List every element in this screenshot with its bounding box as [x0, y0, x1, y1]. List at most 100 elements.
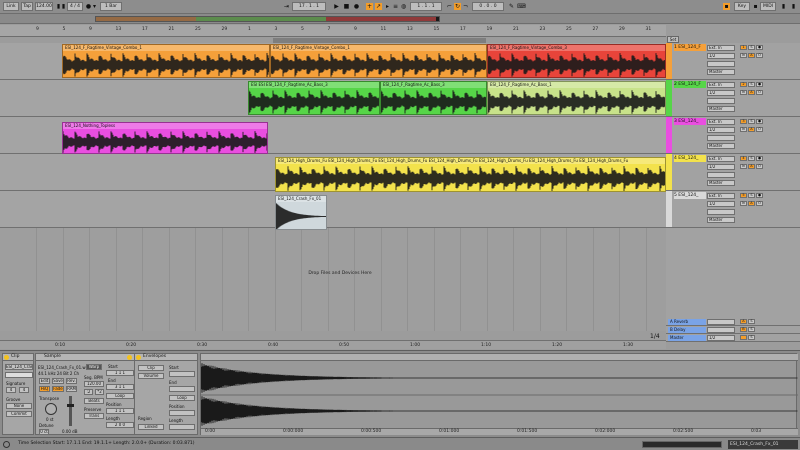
seg-bpm-field[interactable]: 120.00 [84, 381, 104, 387]
return-activator-button[interactable]: A [740, 319, 747, 324]
audio-clip[interactable]: ESI_124_F_Ragtime_Vintage_Combo_1 [270, 44, 487, 78]
track-header[interactable]: 4 ESI_124_ Ext. In 1/2 Master 4 S ● In A… [666, 154, 800, 191]
monitor-off-button[interactable]: O [756, 164, 763, 169]
sample-display[interactable]: 0:00 0:00:000 0:00:500 0:01:000 0:01:500 0:02… [200, 353, 798, 435]
audio-clip[interactable]: ESI_124_F_Ragtime_Ac_Bass_3 [380, 81, 487, 115]
nudge-up-icon[interactable]: ▮ [60, 3, 67, 10]
audio-from-selector[interactable]: Ext. In [707, 45, 735, 51]
audio-from-selector[interactable]: Ext. In [707, 119, 735, 125]
monitor-selector[interactable] [707, 61, 735, 67]
loop-switch-icon[interactable]: ↻ [454, 3, 461, 10]
track-name[interactable]: 2 ESI_124_F [674, 81, 706, 88]
monitor-in-button[interactable]: In [740, 127, 747, 132]
audio-clip[interactable]: ESI_124_F_Ragtime_Vintage_Combo_3 [487, 44, 666, 78]
monitor-in-button[interactable]: In [740, 53, 747, 58]
audio-from-selector[interactable]: Ext. In [707, 193, 735, 199]
env-position-field[interactable] [169, 410, 195, 416]
track-header[interactable]: 3 ESI_124_ Ext. In 1/2 Master 3 S ● In A… [666, 117, 800, 154]
audio-clip[interactable]: ESI_124_F_Ragtime_Vintage_Combo_1 [62, 44, 270, 78]
stop-icon[interactable]: ■ [343, 3, 350, 10]
monitor-selector[interactable] [707, 209, 735, 215]
arm-button[interactable]: ● [756, 193, 763, 198]
track-activator-button[interactable]: 4 [740, 156, 747, 161]
edit-button[interactable]: Edit [39, 378, 50, 384]
solo-button[interactable]: S [748, 156, 755, 161]
arm-button[interactable]: ● [756, 119, 763, 124]
groove-commit-button[interactable]: Commit [6, 411, 32, 417]
audio-from-selector[interactable]: Ext. In [707, 156, 735, 162]
info-view-icon[interactable] [3, 441, 10, 448]
monitor-off-button[interactable]: O [756, 201, 763, 206]
env-start-field[interactable] [169, 371, 195, 377]
key-map-button[interactable]: Key [734, 2, 750, 11]
reverse-button[interactable]: Rev. [66, 378, 77, 384]
solo-button[interactable]: S [748, 193, 755, 198]
monitor-in-button[interactable]: In [740, 90, 747, 95]
draw-mode-icon[interactable]: ✎ [508, 3, 515, 10]
position-field[interactable]: 1 1 1 [106, 408, 134, 414]
record-icon[interactable]: ● [353, 3, 360, 10]
return-solo-button[interactable]: S [748, 327, 755, 332]
return-activator-button[interactable] [740, 335, 747, 340]
track-name[interactable]: 1 ESI_124_F [674, 44, 706, 51]
audio-clip[interactable]: ESI_124_High_Drums_Fu ESI_124_High_Drums… [275, 157, 666, 192]
audio-to-selector[interactable]: Master [707, 143, 735, 149]
loop-start-field[interactable]: 1 . 1 . 1 [410, 2, 442, 11]
linked-button[interactable]: Linked [138, 424, 164, 430]
arm-button[interactable]: ● [756, 156, 763, 161]
audio-clip[interactable]: ESI_124_F_Ragtime_Ac_Bass_1 [487, 81, 666, 115]
input-channel-selector[interactable]: 1/2 [707, 201, 735, 207]
track-name[interactable]: 5 ESI_124_ [674, 192, 706, 199]
monitor-selector[interactable] [707, 98, 735, 104]
ram-button[interactable]: RAM [66, 386, 77, 392]
punch-in-icon[interactable]: ⌐ [446, 3, 453, 10]
env-length-field[interactable] [169, 424, 195, 430]
return-output-selector[interactable] [707, 327, 735, 333]
input-channel-selector[interactable]: 1/2 [707, 90, 735, 96]
envelope-device-selector[interactable]: Clip [138, 365, 164, 371]
track-activator-button[interactable]: 5 [740, 193, 747, 198]
gain-slider[interactable] [69, 396, 72, 426]
time-ruler[interactable]: 0:10 0:20 0:30 0:40 0:50 1:00 1:10 1:20 1:30 [0, 340, 666, 349]
arm-button[interactable]: ● [756, 45, 763, 50]
solo-button[interactable]: S [748, 82, 755, 87]
solo-button[interactable]: S [748, 119, 755, 124]
return-track-name[interactable]: Master [668, 335, 706, 341]
envelopes-activator-icon[interactable] [136, 355, 141, 360]
loop-button[interactable]: Loop [106, 393, 134, 399]
clip-name-field[interactable]: ESI_124_Cras [5, 364, 33, 370]
track-header[interactable]: 1 ESI_124_F Ext. In 1/2 Master 1 S ● In … [666, 43, 800, 80]
input-channel-selector[interactable]: 1/2 [707, 53, 735, 59]
env-loop-button[interactable]: Loop [169, 395, 195, 401]
track-header[interactable]: 5 ESI_124_ Ext. In 1/2 Master 5 S ● In A… [666, 191, 800, 228]
arrangement-overview[interactable] [0, 14, 800, 24]
audio-clip[interactable]: ESI_124_Nothing_Topless [62, 122, 268, 154]
region-start-field[interactable]: 1 1 1 [106, 370, 134, 376]
audio-to-selector[interactable]: Master [707, 217, 735, 223]
monitor-auto-button[interactable]: A [748, 164, 755, 169]
monitor-in-button[interactable]: In [740, 201, 747, 206]
double-tempo-button[interactable]: *2 [95, 389, 104, 395]
session-record-icon[interactable]: ◍ [400, 3, 407, 10]
loop-length-field[interactable]: 0 . 0 . 0 [472, 2, 504, 11]
overdub-icon[interactable]: + [366, 3, 373, 10]
return-track-header[interactable]: Master 1/2 S [666, 334, 800, 342]
return-track-header[interactable]: B Delay B S [666, 326, 800, 334]
metronome-options-icon[interactable]: ▾ [91, 3, 98, 10]
arrangement-position-field[interactable]: 17 . 1 . 1 [292, 2, 326, 11]
zoom-fraction[interactable]: 1/4 [650, 333, 660, 340]
follow-icon[interactable]: ⇥ [283, 3, 290, 10]
time-signature-field[interactable]: 4 / 4 [67, 2, 83, 11]
return-track-header[interactable]: A Reverb A S [666, 318, 800, 326]
warp-mode-selector[interactable]: Beats [84, 398, 104, 404]
warp-button[interactable]: Warp [86, 364, 102, 370]
halve-tempo-button[interactable]: :2 [84, 389, 93, 395]
track-name[interactable]: 3 ESI_124_ [674, 118, 706, 125]
solo-button[interactable]: S [748, 45, 755, 50]
punch-out-icon[interactable]: ¬ [462, 3, 469, 10]
return-track-name[interactable]: A Reverb [668, 319, 706, 325]
env-end-field[interactable] [169, 386, 195, 392]
arm-button[interactable]: ● [756, 82, 763, 87]
midi-map-button[interactable]: MIDI [760, 2, 776, 11]
transpose-knob[interactable] [45, 403, 57, 415]
